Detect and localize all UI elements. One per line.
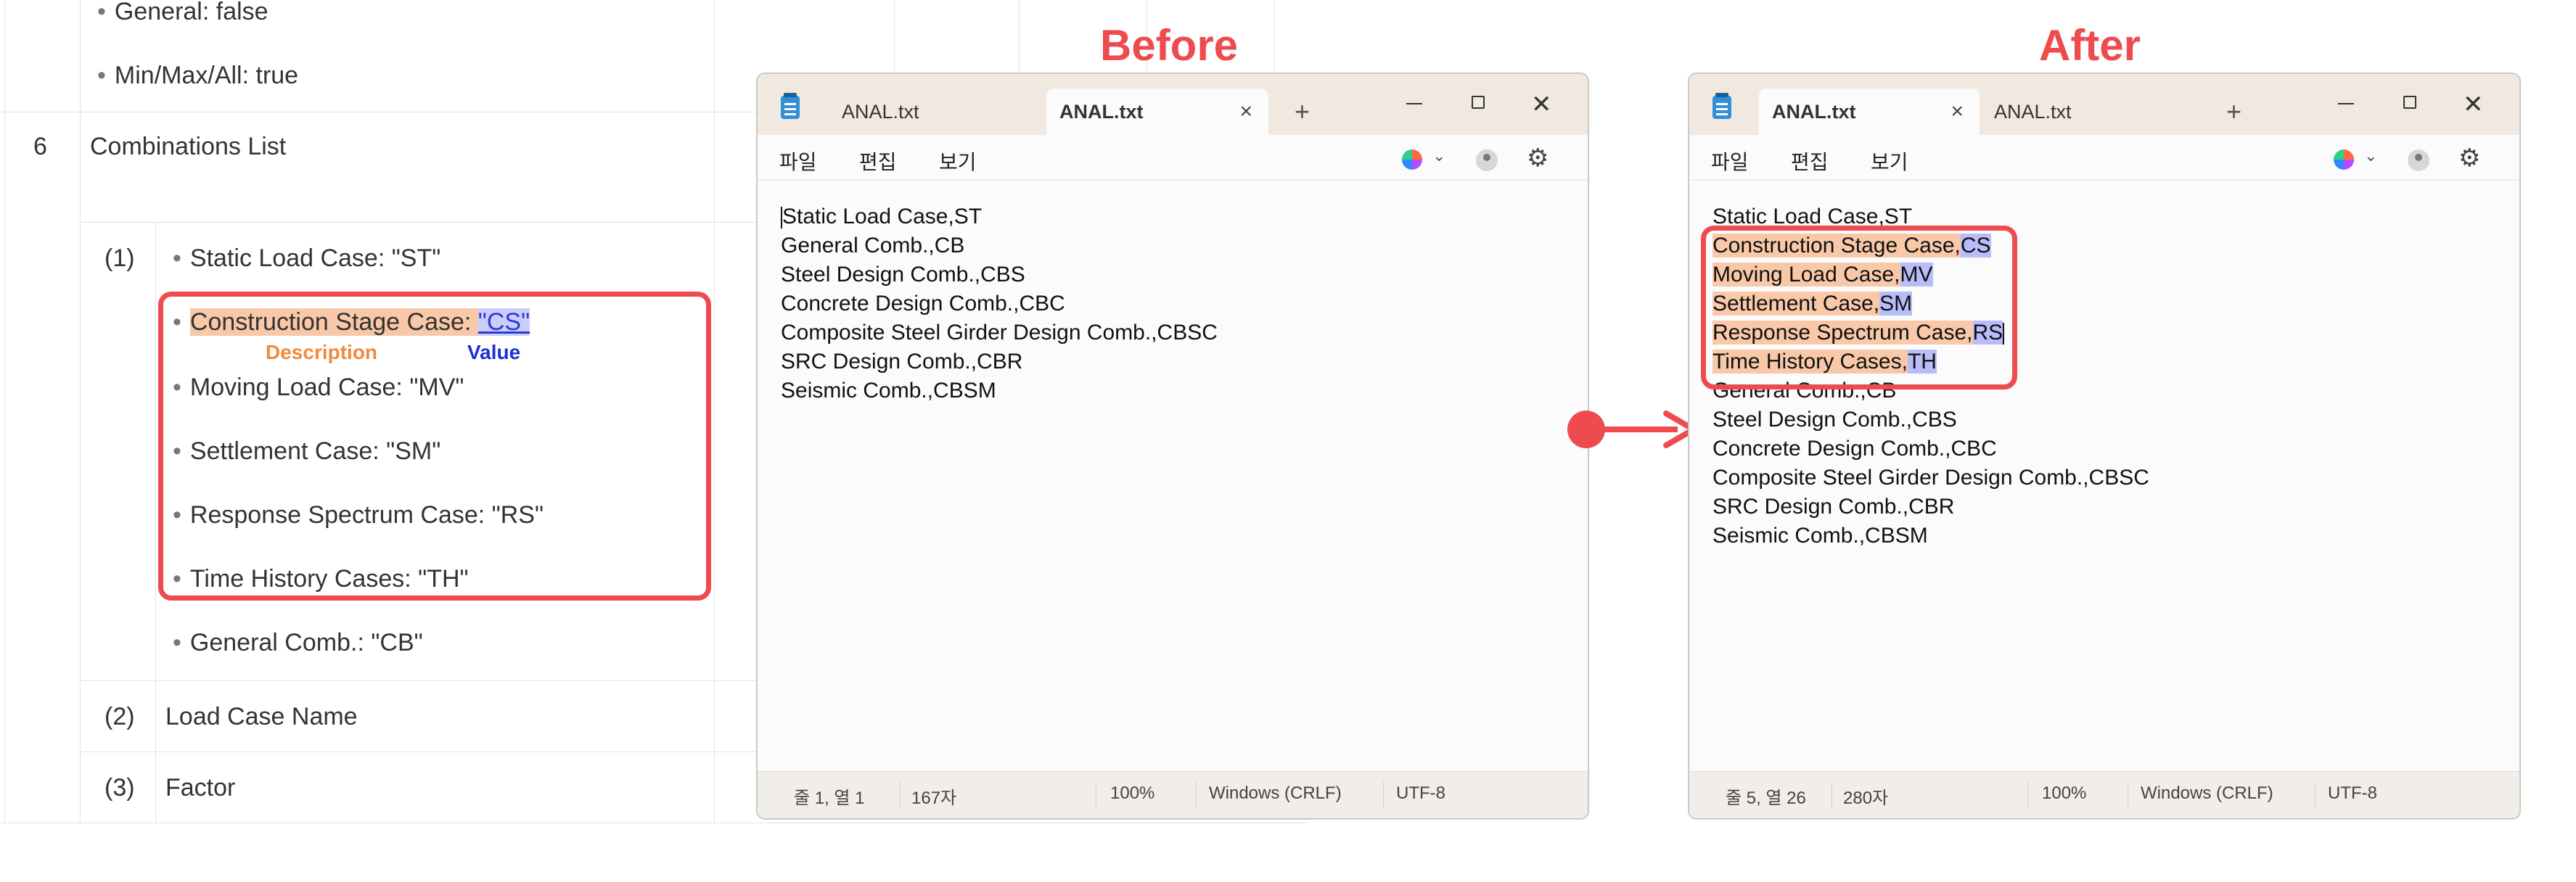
- menu-edit[interactable]: 편집: [859, 147, 897, 176]
- minimize-icon[interactable]: [1406, 103, 1422, 104]
- account-icon[interactable]: [1476, 149, 1498, 171]
- text-editor[interactable]: Static Load Case,ST General Comb.,CB Ste…: [758, 180, 1588, 775]
- text-line: Static Load Case,ST: [781, 205, 983, 229]
- list-item: • General Comb.: "CB": [173, 629, 423, 656]
- close-tab-icon[interactable]: ×: [1951, 88, 1964, 135]
- status-char-count: 167자: [911, 788, 957, 808]
- sub-title-3: Factor: [165, 774, 236, 801]
- notepad-window-before: ANAL.txt ANAL.txt × + ✕ 파일 편집 보기 ⌄ ⚙ Sta…: [756, 73, 1589, 820]
- menu-bar: 파일 편집 보기 ⌄ ⚙: [1689, 135, 2519, 180]
- before-heading: Before: [1100, 21, 1239, 70]
- status-encoding: UTF-8: [2328, 783, 2377, 803]
- after-heading: After: [2039, 21, 2141, 70]
- minimize-icon[interactable]: [2338, 103, 2354, 104]
- window-close-icon[interactable]: ✕: [2463, 90, 2484, 119]
- status-zoom: 100%: [2042, 783, 2087, 803]
- tab-label: ANAL.txt: [1059, 101, 1144, 123]
- status-line-ending: Windows (CRLF): [2141, 783, 2273, 803]
- tab-file-active[interactable]: ANAL.txt ×: [1046, 88, 1268, 135]
- status-char-count: 280자: [1843, 788, 1889, 808]
- menu-file[interactable]: 파일: [779, 147, 817, 176]
- tab-file-active[interactable]: ANAL.txt ×: [1759, 88, 1980, 135]
- text-line: Steel Design Comb.,CBS: [781, 263, 1025, 287]
- new-tab-icon[interactable]: +: [1295, 88, 1310, 135]
- maximize-icon[interactable]: [2403, 96, 2416, 109]
- window-close-icon[interactable]: ✕: [1531, 90, 1552, 119]
- tab-label: ANAL.txt: [1994, 101, 2072, 123]
- chevron-down-icon[interactable]: ⌄: [1432, 147, 1445, 165]
- title-bar: ANAL.txt × ANAL.txt + ✕: [1689, 74, 2519, 135]
- maximize-icon[interactable]: [1472, 96, 1485, 109]
- bullet-icon: •: [97, 0, 106, 25]
- status-encoding: UTF-8: [1396, 783, 1445, 803]
- status-bar: 줄 1, 열 1 167자 100% Windows (CRLF) UTF-8: [758, 771, 1588, 818]
- tab-file[interactable]: ANAL.txt: [1981, 88, 2199, 135]
- notepad-icon: [1712, 93, 1731, 119]
- status-bar: 줄 5, 열 26 280자 100% Windows (CRLF) UTF-8: [1689, 771, 2519, 818]
- menu-view[interactable]: 보기: [1871, 147, 1908, 176]
- text-line: SRC Design Comb.,CBR: [781, 350, 1023, 374]
- status-position: 줄 1, 열 1: [794, 788, 865, 808]
- chevron-down-icon[interactable]: ⌄: [2364, 147, 2377, 165]
- top-item-general: • General: false: [97, 0, 268, 26]
- text-line: Concrete Design Comb.,CBC: [781, 292, 1065, 316]
- title-bar: ANAL.txt ANAL.txt × + ✕: [758, 74, 1588, 135]
- menu-bar: 파일 편집 보기 ⌄ ⚙: [758, 135, 1588, 180]
- sub-number-1: (1): [104, 244, 135, 272]
- text-line: Seismic Comb.,CBSM: [1712, 524, 1928, 548]
- close-tab-icon[interactable]: ×: [1239, 88, 1252, 135]
- text-line: Seismic Comb.,CBSM: [781, 379, 996, 403]
- menu-edit[interactable]: 편집: [1791, 147, 1829, 176]
- bullet-icon: •: [173, 244, 181, 272]
- status-line-ending: Windows (CRLF): [1209, 783, 1342, 803]
- row-title: Combinations List: [90, 133, 287, 160]
- highlight-box-doc: [158, 292, 711, 601]
- tab-label: ANAL.txt: [1772, 101, 1856, 123]
- top-item-minmax: • Min/Max/All: true: [97, 62, 299, 89]
- text-line: Composite Steel Girder Design Comb.,CBSC: [1712, 466, 2149, 490]
- status-zoom: 100%: [1110, 783, 1155, 803]
- new-tab-icon[interactable]: +: [2226, 88, 2241, 135]
- tab-label: ANAL.txt: [842, 101, 919, 123]
- text-line: Composite Steel Girder Design Comb.,CBSC: [781, 321, 1218, 345]
- text-line: Steel Design Comb.,CBS: [1712, 408, 1957, 432]
- gear-icon[interactable]: ⚙: [2458, 144, 2480, 173]
- notepad-icon: [781, 93, 800, 119]
- tab-file[interactable]: ANAL.txt: [827, 88, 1074, 135]
- gear-icon[interactable]: ⚙: [1527, 144, 1549, 173]
- sub-number-2: (2): [104, 703, 135, 730]
- list-item: • Static Load Case: "ST": [173, 244, 441, 272]
- text-line: General Comb.,CB: [781, 234, 965, 257]
- bullet-icon: •: [97, 62, 106, 89]
- text-editor[interactable]: Static Load Case,ST Construction Stage C…: [1689, 180, 2519, 775]
- text-line: Concrete Design Comb.,CBC: [1712, 437, 1997, 461]
- highlight-box-editor: [1701, 226, 2017, 390]
- menu-file[interactable]: 파일: [1711, 147, 1749, 176]
- text-line: SRC Design Comb.,CBR: [1712, 495, 1955, 519]
- sub-title-2: Load Case Name: [165, 703, 358, 730]
- account-icon[interactable]: [2408, 149, 2429, 171]
- status-position: 줄 5, 열 26: [1726, 788, 1806, 808]
- bullet-icon: •: [173, 629, 181, 656]
- sub-number-3: (3): [104, 774, 135, 801]
- copilot-icon[interactable]: [2334, 149, 2354, 170]
- row-number: 6: [33, 133, 47, 160]
- copilot-icon[interactable]: [1402, 149, 1422, 170]
- menu-view[interactable]: 보기: [939, 147, 977, 176]
- notepad-window-after: ANAL.txt × ANAL.txt + ✕ 파일 편집 보기 ⌄ ⚙ Sta…: [1688, 73, 2521, 820]
